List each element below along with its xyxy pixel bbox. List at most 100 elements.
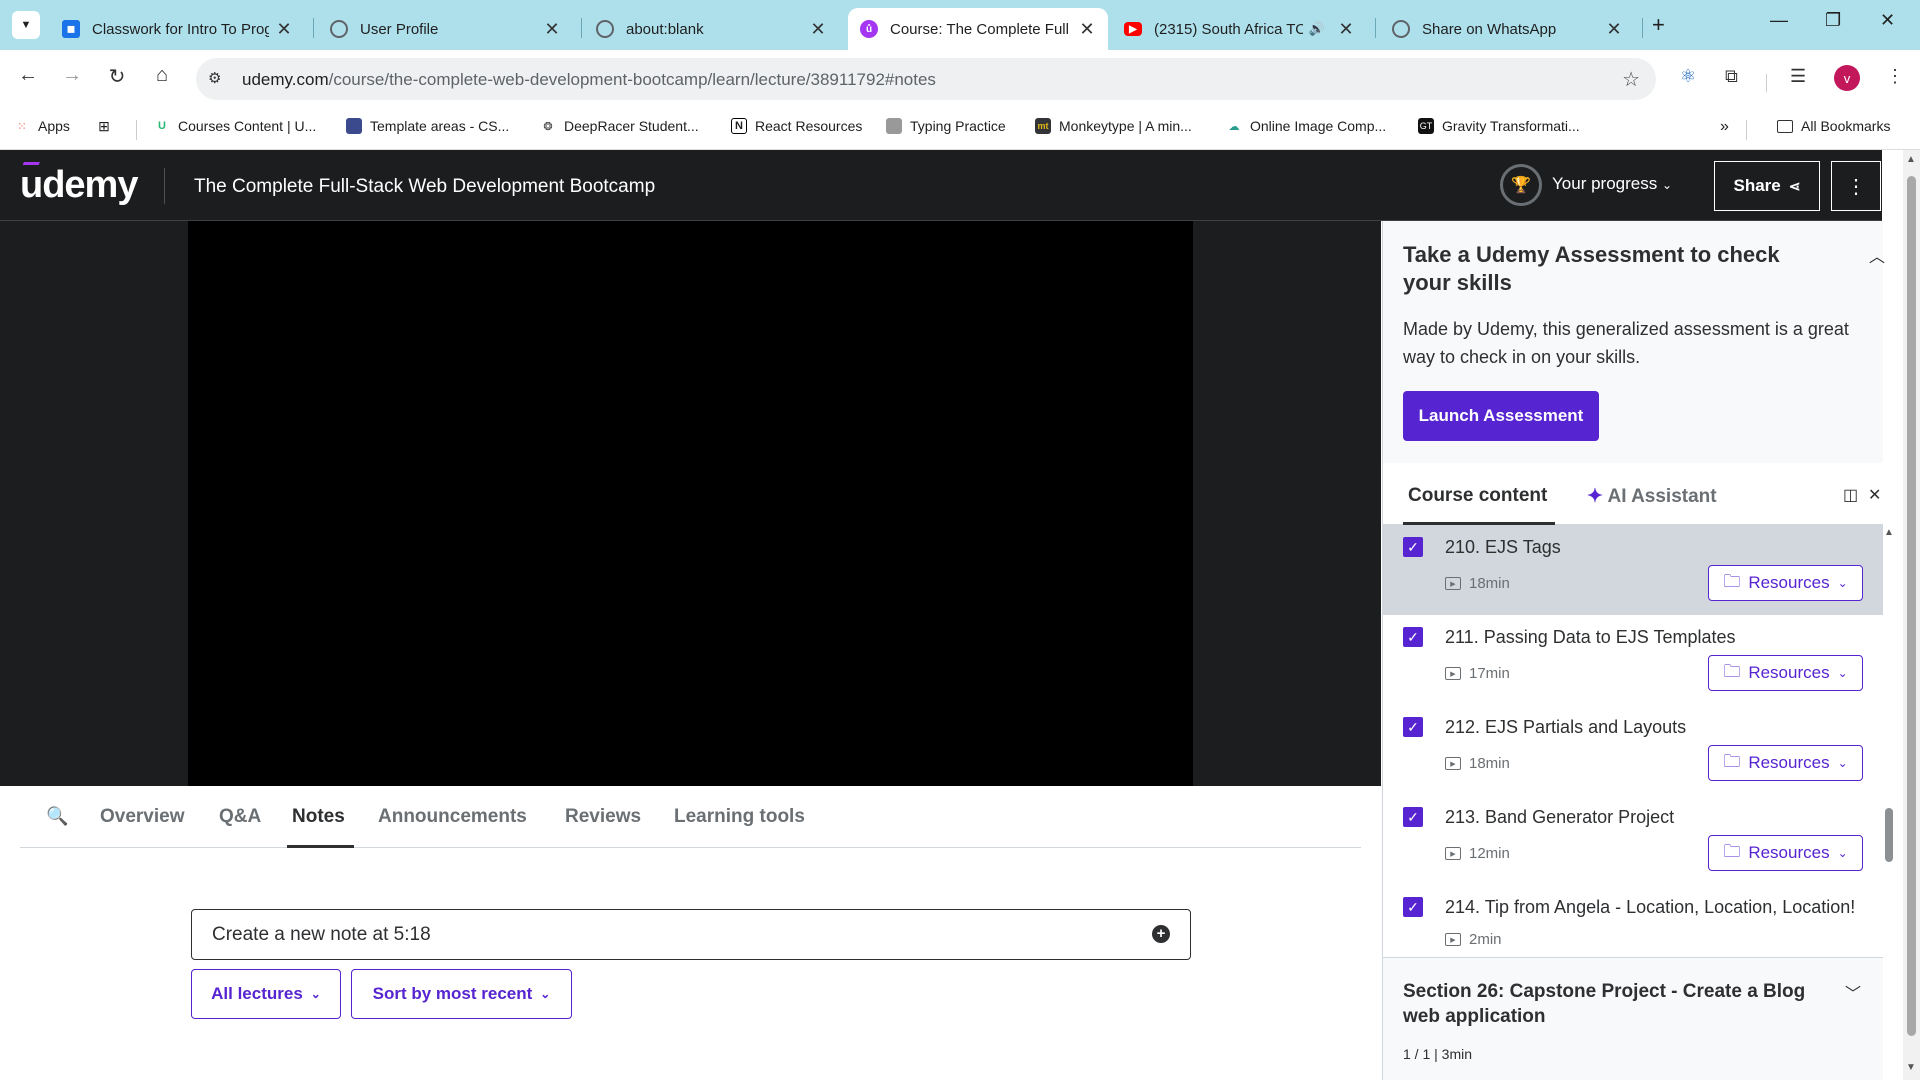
bookmark-template-areas[interactable]: Template areas - CS... (346, 118, 509, 134)
globe-icon (330, 20, 348, 38)
reload-icon[interactable]: ↻ (103, 64, 131, 89)
udemy-header: udemy The Complete Full-Stack Web Develo… (0, 150, 1882, 221)
udemy-icon: ů (860, 20, 878, 38)
browser-tab-user-profile[interactable]: User Profile ✕ (318, 8, 573, 50)
search-icon[interactable]: 🔍 (46, 806, 68, 827)
home-icon[interactable]: ⌂ (148, 64, 176, 87)
close-icon[interactable]: ✕ (1868, 485, 1881, 505)
forward-arrow-icon[interactable]: → (58, 64, 86, 87)
resources-button[interactable]: 🗀 Resources ⌄ (1708, 835, 1863, 871)
course-title[interactable]: The Complete Full-Stack Web Development … (194, 176, 655, 198)
trophy-icon[interactable]: 🏆 (1500, 164, 1542, 206)
folder-icon: 🗀 (1723, 571, 1741, 591)
completed-checkbox[interactable]: ✓ (1403, 627, 1423, 647)
video-icon: ▶ (1445, 933, 1461, 946)
monkeytype-icon: mt (1035, 118, 1051, 134)
browser-toolbar: ← → ↻ ⌂ ⚙ udemy.com/course/the-complete-… (0, 50, 1920, 108)
tab-search-chevron-icon[interactable]: ▼ (12, 11, 40, 39)
lecture-item[interactable]: ✓ 212. EJS Partials and Layouts ▶ 18min 🗀… (1383, 705, 1883, 795)
add-note-icon[interactable]: + (1152, 925, 1170, 943)
gravity-icon: GT (1418, 118, 1434, 134)
lecture-item[interactable]: ✓ 214. Tip from Angela - Location, Locat… (1383, 885, 1883, 957)
tab-ai-assistant[interactable]: ✦ AI Assistant (1587, 485, 1717, 508)
media-control-icon[interactable]: ☰ (1790, 66, 1806, 87)
tab-announcements[interactable]: Announcements (378, 806, 527, 828)
bookmark-image-compressor[interactable]: ☁ Online Image Comp... (1226, 118, 1387, 134)
tab-notes[interactable]: Notes (292, 806, 345, 828)
restore-icon[interactable]: ❐ (1825, 10, 1841, 31)
chevron-down-icon: ⌄ (1837, 666, 1848, 680)
close-tab-icon[interactable]: ✕ (543, 19, 561, 40)
completed-checkbox[interactable]: ✓ (1403, 897, 1423, 917)
minimize-icon[interactable]: — (1770, 10, 1788, 31)
tab-overview[interactable]: Overview (100, 806, 185, 828)
globe-icon (1392, 20, 1410, 38)
lecture-item[interactable]: ✓ 211. Passing Data to EJS Templates ▶ 17… (1383, 615, 1883, 705)
bookmark-gravity[interactable]: GT Gravity Transformati... (1418, 118, 1580, 134)
launch-assessment-button[interactable]: Launch Assessment (1403, 391, 1599, 441)
close-window-icon[interactable]: ✕ (1880, 10, 1895, 31)
bookmark-typing-practice[interactable]: Typing Practice (886, 118, 1006, 134)
address-bar[interactable]: ⚙ udemy.com/course/the-complete-web-deve… (196, 58, 1656, 100)
tab-learning-tools[interactable]: Learning tools (674, 806, 805, 828)
expand-panel-icon[interactable]: ◫ (1843, 485, 1858, 505)
bookmark-courses-content[interactable]: U Courses Content | U... (154, 118, 316, 134)
sidebar-scroll-thumb[interactable] (1885, 808, 1893, 862)
speaker-icon[interactable]: 🔊 (1309, 21, 1325, 37)
chrome-menu-icon[interactable]: ⋮ (1886, 66, 1904, 87)
page-scroll-thumb[interactable] (1907, 176, 1916, 1036)
progress-dropdown[interactable]: Your progress ⌄ (1552, 174, 1672, 194)
more-bookmarks-icon[interactable]: » (1720, 118, 1729, 136)
sort-dropdown[interactable]: Sort by most recent ⌄ (351, 969, 572, 1019)
resources-button[interactable]: 🗀 Resources ⌄ (1708, 745, 1863, 781)
share-button[interactable]: Share ⋖ (1714, 161, 1820, 211)
bookmark-deepracer[interactable]: ❂ DeepRacer Student... (540, 118, 698, 134)
bookmark-all-bookmarks[interactable]: All Bookmarks (1777, 118, 1890, 134)
site-info-icon[interactable]: ⚙ (208, 69, 221, 87)
completed-checkbox[interactable]: ✓ (1403, 717, 1423, 737)
resources-button[interactable]: 🗀 Resources ⌄ (1708, 655, 1863, 691)
close-tab-icon[interactable]: ✕ (1337, 19, 1355, 40)
close-tab-icon[interactable]: ✕ (809, 19, 827, 40)
video-player[interactable] (188, 221, 1193, 786)
page-scrollbar[interactable]: ▲ ▼ (1903, 150, 1920, 1080)
completed-checkbox[interactable]: ✓ (1403, 807, 1423, 827)
browser-tab-youtube[interactable]: ▶ (2315) South Africa TO 🔊 ✕ (1112, 8, 1367, 50)
sidebar-scrollbar[interactable]: ▲ (1883, 221, 1894, 1080)
udemy-logo[interactable]: udemy (20, 162, 138, 207)
browser-tab-about-blank[interactable]: about:blank ✕ (584, 8, 839, 50)
bookmark-star-icon[interactable]: ☆ (1622, 67, 1640, 92)
lecture-item[interactable]: ✓ 213. Band Generator Project ▶ 12min 🗀 Re… (1383, 795, 1883, 885)
section-header[interactable]: Section 26: Capstone Project - Create a … (1383, 957, 1883, 1080)
bookmark-monkeytype[interactable]: mt Monkeytype | A min... (1035, 118, 1192, 134)
react-devtools-icon[interactable]: ⚛ (1680, 66, 1696, 87)
bookmark-react-resources[interactable]: N React Resources (731, 118, 862, 134)
tab-course-content[interactable]: Course content (1408, 485, 1547, 507)
browser-tab-udemy-course[interactable]: ů Course: The Complete Full ✕ (848, 8, 1108, 50)
browser-tab-whatsapp-share[interactable]: Share on WhatsApp ✕ (1380, 8, 1635, 50)
lecture-meta: ▶ 12min (1445, 845, 1510, 862)
video-icon: ▶ (1445, 847, 1461, 860)
more-options-icon[interactable]: ⋮ (1831, 161, 1881, 211)
extensions-puzzle-icon[interactable]: ⧉ (1725, 66, 1738, 87)
profile-avatar[interactable]: v (1834, 65, 1860, 91)
close-tab-icon[interactable]: ✕ (1605, 19, 1623, 40)
active-tab-indicator (287, 845, 354, 848)
tab-qa[interactable]: Q&A (219, 806, 261, 828)
close-tab-icon[interactable]: ✕ (1078, 19, 1096, 40)
close-tab-icon[interactable]: ✕ (275, 19, 293, 40)
all-lectures-dropdown[interactable]: All lectures ⌄ (191, 969, 341, 1019)
tab-reviews[interactable]: Reviews (565, 806, 641, 828)
back-arrow-icon[interactable]: ← (14, 64, 42, 87)
lecture-item[interactable]: ✓ 210. EJS Tags ▶ 18min 🗀 Resources ⌄ (1383, 525, 1883, 615)
bookmark-apps[interactable]: ⁙ Apps (14, 118, 70, 134)
url-text[interactable]: udemy.com/course/the-complete-web-develo… (242, 70, 936, 90)
resources-button[interactable]: 🗀 Resources ⌄ (1708, 565, 1863, 601)
chevron-down-icon[interactable]: ﹀ (1845, 980, 1861, 1004)
tab-groups-icon[interactable]: ⊞ (96, 118, 120, 134)
completed-checkbox[interactable]: ✓ (1403, 537, 1423, 557)
new-tab-icon[interactable]: + (1652, 12, 1665, 38)
browser-tab-classwork[interactable]: ◼ Classwork for Intro To Prog ✕ (50, 8, 305, 50)
new-note-input[interactable]: Create a new note at 5:18 + (191, 909, 1191, 960)
bookmark-label: Apps (38, 118, 70, 134)
